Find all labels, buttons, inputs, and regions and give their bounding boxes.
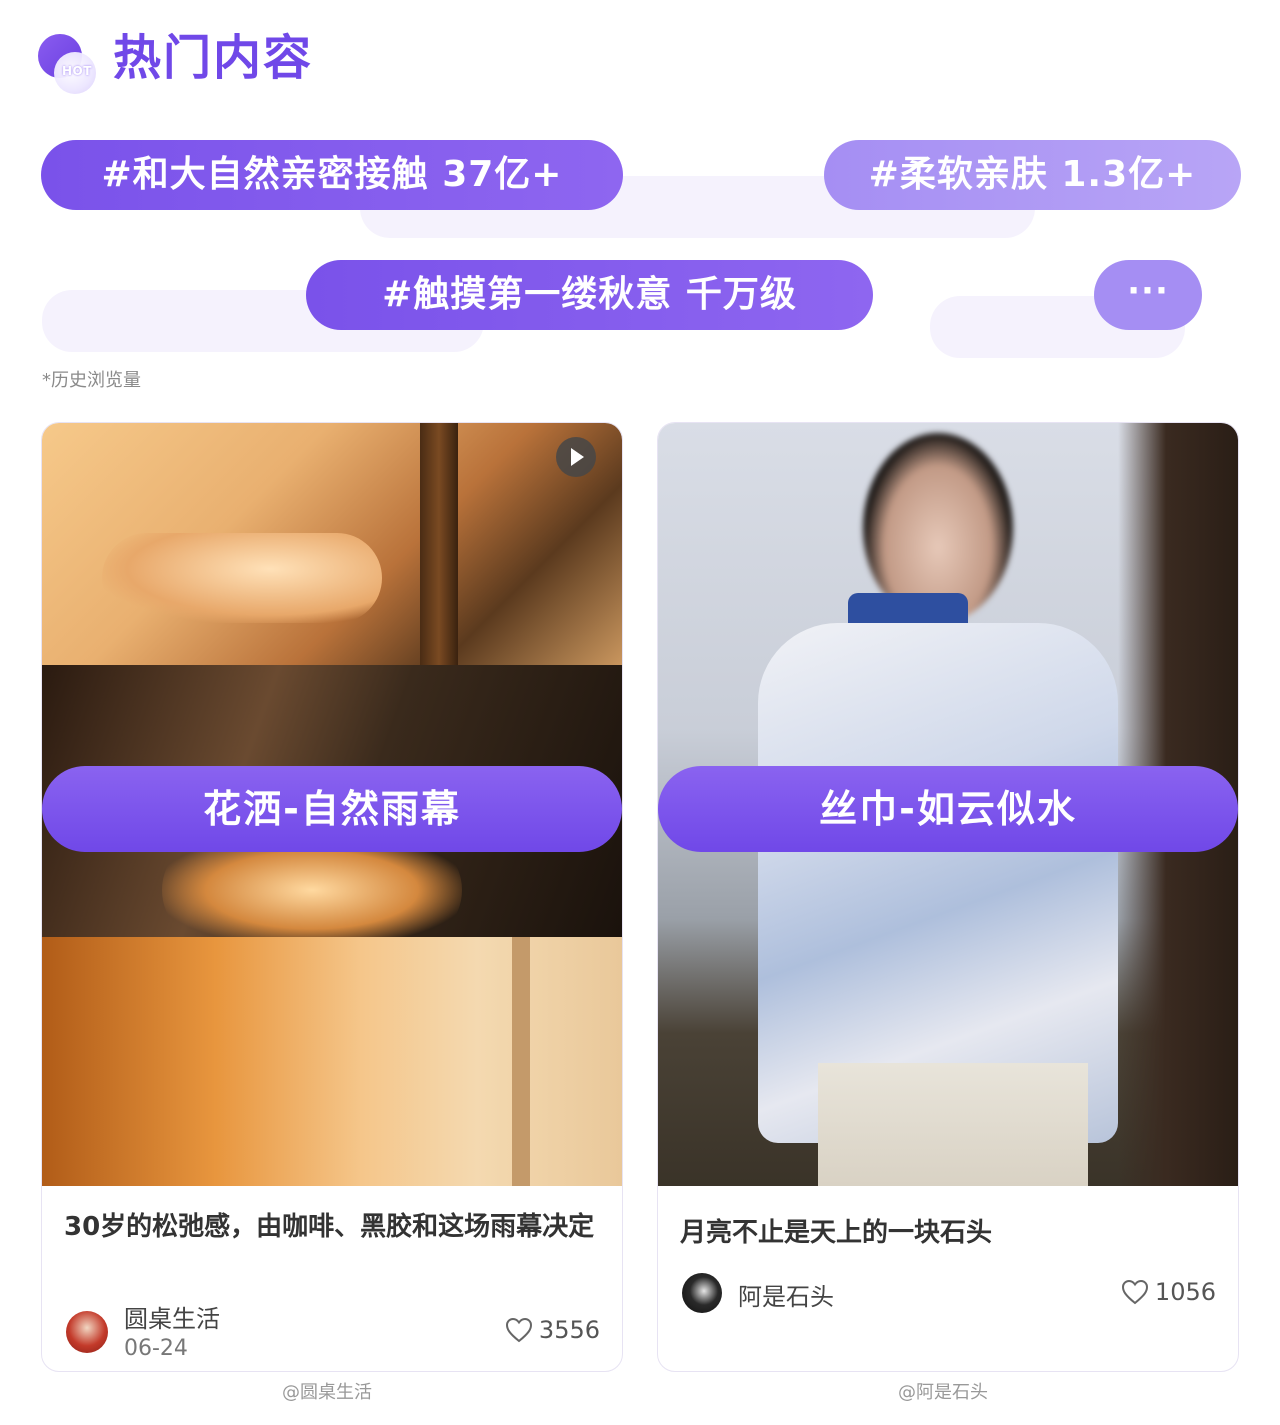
like-count: 3556 <box>538 1316 600 1344</box>
author-name[interactable]: 阿是石头 <box>738 1277 834 1312</box>
view-count-note: *历史浏览量 <box>42 370 141 391</box>
page-title: 热门内容 <box>113 30 314 86</box>
image-caption: 花洒-自然雨幕 <box>42 766 622 852</box>
more-tags-button[interactable]: ··· <box>1094 260 1202 330</box>
avatar[interactable] <box>66 1311 108 1353</box>
play-icon[interactable] <box>556 437 596 477</box>
heart-icon <box>1121 1279 1148 1305</box>
post-title[interactable]: 月亮不止是天上的一块石头 <box>680 1213 1220 1253</box>
image-caption: 丝巾-如云似水 <box>658 766 1238 852</box>
author-name[interactable]: 圆桌生活 <box>124 1299 220 1334</box>
image-credit: @圆桌生活 <box>282 1382 372 1403</box>
content-card[interactable]: 花洒-自然雨幕 30岁的松弛感，由咖啡、黑胶和这场雨幕决定 圆桌生活 06-24… <box>41 422 623 1372</box>
like-button[interactable]: 3556 <box>505 1316 600 1344</box>
like-button[interactable]: 1056 <box>1121 1278 1216 1306</box>
like-count: 1056 <box>1154 1278 1216 1306</box>
hashtag-autumn[interactable]: #触摸第一缕秋意 千万级 <box>306 260 873 330</box>
hot-badge-text: HOT <box>62 64 92 78</box>
post-date: 06-24 <box>124 1336 188 1361</box>
hashtag-nature[interactable]: #和大自然亲密接触 37亿+ <box>41 140 623 210</box>
image-credit: @阿是石头 <box>898 1382 988 1403</box>
heart-icon <box>505 1317 532 1343</box>
post-image[interactable]: 丝巾-如云似水 <box>658 423 1238 1186</box>
hot-logo-icon: HOT <box>38 34 100 94</box>
content-card[interactable]: 丝巾-如云似水 月亮不止是天上的一块石头 阿是石头 1056 <box>657 422 1239 1372</box>
hashtag-soft-skin[interactable]: #柔软亲肤 1.3亿+ <box>824 140 1241 210</box>
post-image[interactable]: 花洒-自然雨幕 <box>42 423 622 1186</box>
post-title[interactable]: 30岁的松弛感，由咖啡、黑胶和这场雨幕决定 <box>64 1207 604 1247</box>
avatar[interactable] <box>682 1273 722 1313</box>
